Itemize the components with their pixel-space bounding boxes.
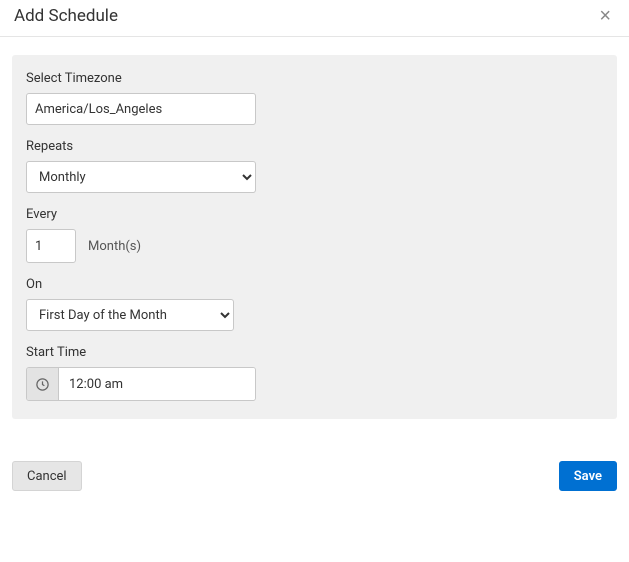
start-time-group: Start Time [26, 345, 603, 401]
every-group: Every Month(s) [26, 207, 603, 263]
close-button[interactable]: × [595, 6, 615, 26]
modal-body: Select Timezone Repeats Monthly Every Mo… [0, 37, 629, 429]
modal-header: Add Schedule × [0, 0, 629, 37]
timezone-label: Select Timezone [26, 71, 603, 86]
start-time-label: Start Time [26, 345, 603, 360]
start-time-input[interactable] [59, 368, 255, 400]
modal-title: Add Schedule [14, 6, 118, 26]
repeats-group: Repeats Monthly [26, 139, 603, 193]
every-value-input[interactable] [26, 229, 76, 263]
on-label: On [26, 277, 603, 292]
close-icon: × [599, 5, 611, 27]
repeats-label: Repeats [26, 139, 603, 154]
on-group: On First Day of the Month [26, 277, 603, 331]
every-row: Month(s) [26, 229, 603, 263]
modal-footer: Cancel Save [0, 429, 629, 501]
every-unit-label: Month(s) [88, 239, 141, 254]
timezone-group: Select Timezone [26, 71, 603, 125]
repeats-select[interactable]: Monthly [26, 161, 256, 193]
clock-icon [27, 368, 59, 400]
on-select[interactable]: First Day of the Month [26, 299, 234, 331]
schedule-form-panel: Select Timezone Repeats Monthly Every Mo… [12, 55, 617, 419]
save-button[interactable]: Save [559, 461, 617, 491]
timezone-input[interactable] [26, 93, 256, 125]
start-time-input-wrap [26, 367, 256, 401]
cancel-button[interactable]: Cancel [12, 461, 82, 491]
every-label: Every [26, 207, 603, 222]
